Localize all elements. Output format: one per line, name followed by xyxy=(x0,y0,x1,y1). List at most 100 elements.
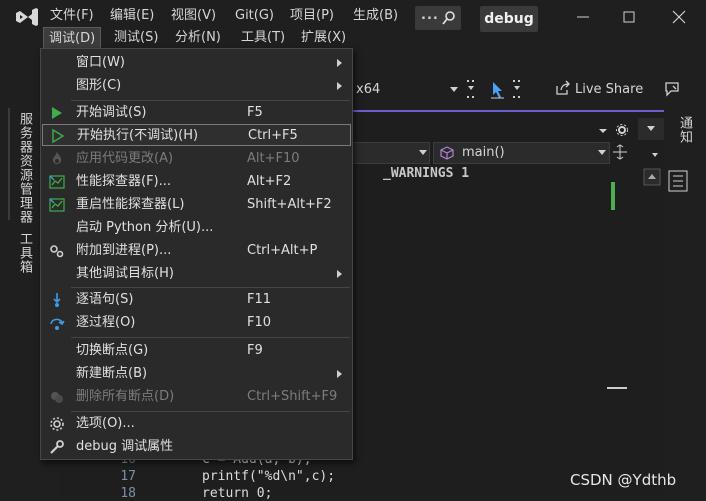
visual-studio-logo-icon[interactable] xyxy=(14,6,40,28)
menu-item-shortcut: F10 xyxy=(247,315,272,330)
menu-item-label: 性能探查器(F)... xyxy=(76,174,172,189)
menu-item-label: debug 调试属性 xyxy=(76,439,174,454)
menu-edit[interactable]: 编辑(E) xyxy=(105,5,159,27)
menu-item-options[interactable]: 选项(O)... xyxy=(42,413,351,435)
menu-item-step-into[interactable]: 逐语句(S) F11 xyxy=(42,289,351,311)
chevron-down-icon[interactable] xyxy=(646,125,656,133)
code-line: return 0; xyxy=(202,486,273,501)
submenu-arrow-icon xyxy=(337,82,342,90)
menu-separator xyxy=(71,100,350,101)
menu-item-new-breakpoint[interactable]: 新建断点(B) xyxy=(42,363,351,385)
menu-item-attach-to-process[interactable]: 附加到进程(P)... Ctrl+Alt+P xyxy=(42,240,351,262)
menu-tools[interactable]: 工具(T) xyxy=(236,27,290,49)
right-tool-strip xyxy=(664,104,706,498)
menu-item-shortcut: F5 xyxy=(247,105,263,120)
menu-git[interactable]: Git(G) xyxy=(230,5,279,27)
toolbar-overflow-icon-2[interactable] xyxy=(510,78,524,102)
menu-item-toggle-breakpoint[interactable]: 切换断点(G) F9 xyxy=(42,340,351,362)
menu-item-label: 切换断点(G) xyxy=(76,343,149,358)
member-dropdown[interactable]: main() xyxy=(433,142,610,164)
menu-item-python-profiling[interactable]: 启动 Python 分析(U)... xyxy=(42,217,351,239)
menu-item-label: 开始执行(不调试)(H) xyxy=(77,128,199,143)
scroll-position-marker xyxy=(607,387,627,389)
gear-icon xyxy=(50,417,64,431)
menu-item-start-without-debugging[interactable]: 开始执行(不调试)(H) Ctrl+F5 xyxy=(42,124,351,146)
code-line: printf("%d\n",c); xyxy=(202,469,336,484)
menu-item-label: 逐过程(O) xyxy=(76,315,136,330)
menu-item-label: 重启性能探查器(L) xyxy=(76,197,185,212)
scroll-up-icon[interactable] xyxy=(643,168,661,186)
menu-item-debug-properties[interactable]: debug 调试属性 xyxy=(42,436,351,458)
search-overflow[interactable]: ... xyxy=(421,8,439,23)
platform-dropdown[interactable]: x64 xyxy=(350,79,462,101)
platform-label: x64 xyxy=(356,82,381,97)
menu-separator xyxy=(71,337,350,338)
chevron-down-icon xyxy=(450,87,458,92)
scope-dropdown[interactable] xyxy=(350,142,430,164)
server-explorer-tab[interactable]: 服务器资源管理器 xyxy=(12,112,34,224)
menu-item-apply-code-changes[interactable]: 应用代码更改(A) Alt+F10 xyxy=(42,148,351,170)
solution-config-badge[interactable]: debug xyxy=(480,6,538,32)
menu-extensions[interactable]: 扩展(X) xyxy=(296,27,351,49)
minimize-icon[interactable] xyxy=(560,0,606,34)
menu-debug[interactable]: 调试(D) xyxy=(43,27,102,49)
menu-item-label: 删除所有断点(D) xyxy=(76,389,175,404)
menu-item-graphics[interactable]: 图形(C) xyxy=(42,75,351,97)
search-box[interactable]: ... xyxy=(415,6,461,30)
menu-view[interactable]: 视图(V) xyxy=(166,5,221,27)
menu-build[interactable]: 生成(B) xyxy=(348,5,403,27)
menu-item-shortcut: Ctrl+F5 xyxy=(248,128,298,143)
performance-chart-icon xyxy=(49,198,65,212)
menu-separator xyxy=(71,287,350,288)
line-number: 17 xyxy=(120,469,136,484)
menu-file[interactable]: 文件(F) xyxy=(45,5,99,27)
menu-test[interactable]: 测试(S) xyxy=(109,27,163,49)
search-icon[interactable] xyxy=(441,10,457,26)
toolbox-tab[interactable]: 工具箱 xyxy=(12,232,34,274)
close-icon[interactable] xyxy=(656,0,702,34)
chevron-down-icon[interactable] xyxy=(650,150,660,160)
code-line-define: _WARNINGS 1 xyxy=(383,166,470,181)
menu-project[interactable]: 项目(P) xyxy=(285,5,339,27)
line-number: 18 xyxy=(120,486,136,501)
menu-item-relaunch-profiler[interactable]: 重启性能探查器(L) Shift+Alt+F2 xyxy=(42,194,351,216)
menu-item-shortcut: Ctrl+Shift+F9 xyxy=(247,389,338,404)
menu-item-delete-all-breakpoints[interactable]: 删除所有断点(D) Ctrl+Shift+F9 xyxy=(42,386,351,408)
menu-item-other-debug-targets[interactable]: 其他调试目标(H) xyxy=(42,263,351,285)
chevron-down-icon xyxy=(419,150,427,155)
live-share-button[interactable]: Live Share xyxy=(555,80,643,100)
chevron-down-icon xyxy=(598,150,606,155)
menu-item-shortcut: Ctrl+Alt+P xyxy=(247,243,318,258)
menu-item-label: 启动 Python 分析(U)... xyxy=(76,220,214,235)
submenu-arrow-icon xyxy=(337,270,342,278)
cursor-select-icon[interactable] xyxy=(488,80,508,100)
menu-item-step-over[interactable]: 逐过程(O) F10 xyxy=(42,312,351,334)
notifications-tab[interactable]: 通知 xyxy=(672,116,694,144)
settings-gear-icon[interactable] xyxy=(615,123,629,137)
menu-analyze[interactable]: 分析(N) xyxy=(170,27,226,49)
menu-item-window[interactable]: 窗口(W) xyxy=(42,52,351,74)
method-cube-icon xyxy=(440,146,454,160)
toolbar-overflow-icon[interactable] xyxy=(464,78,478,102)
menu-item-start-debugging[interactable]: 开始调试(S) F5 xyxy=(42,102,351,124)
play-outline-icon xyxy=(52,128,65,144)
split-editor-icon[interactable] xyxy=(612,144,628,160)
menu-item-label: 图形(C) xyxy=(76,78,122,93)
panel-list-icon[interactable] xyxy=(668,170,688,192)
feedback-icon[interactable] xyxy=(663,80,681,98)
tab-dropdown-icon[interactable] xyxy=(597,125,609,137)
performance-chart-icon xyxy=(49,175,65,189)
gears-icon xyxy=(50,245,64,258)
panel-divider xyxy=(8,108,10,220)
change-marker xyxy=(611,182,615,210)
play-filled-icon xyxy=(52,107,62,119)
step-over-icon xyxy=(50,318,65,330)
menu-item-performance-profiler[interactable]: 性能探查器(F)... Alt+F2 xyxy=(42,171,351,193)
right-panel-header xyxy=(638,118,664,140)
menu-item-shortcut: F11 xyxy=(247,292,272,307)
share-icon xyxy=(556,80,570,95)
live-share-label: Live Share xyxy=(575,82,644,97)
maximize-icon[interactable] xyxy=(606,0,652,34)
submenu-arrow-icon xyxy=(337,59,342,67)
menu-item-label: 逐语句(S) xyxy=(76,292,134,307)
